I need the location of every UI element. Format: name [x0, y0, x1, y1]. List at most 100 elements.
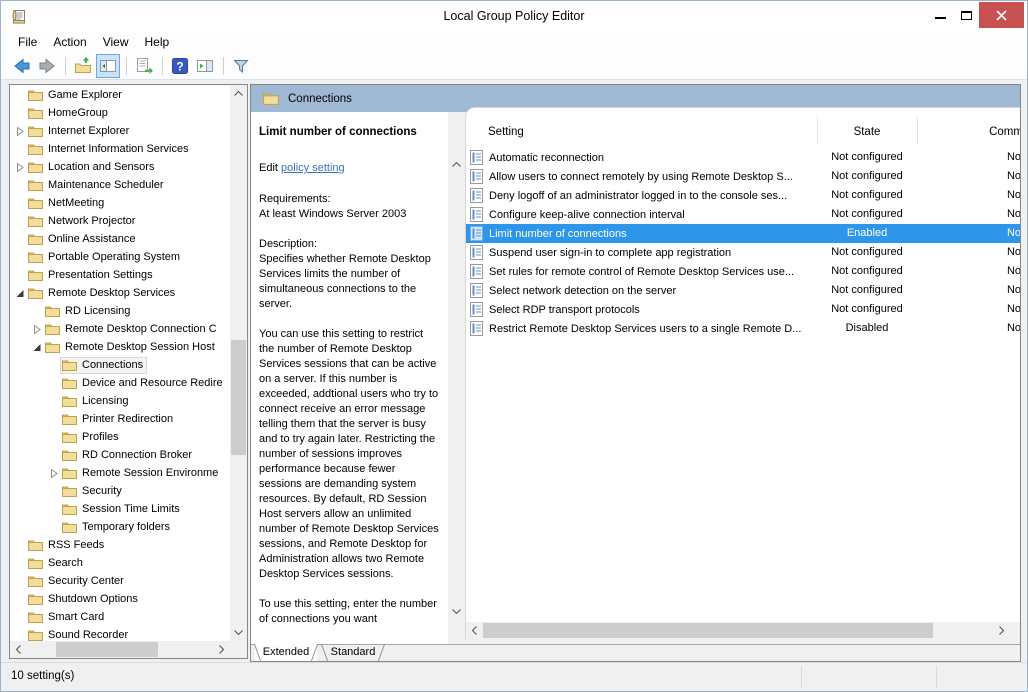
tree-item[interactable]: Connections [10, 356, 230, 374]
menu-action[interactable]: Action [45, 31, 94, 53]
scroll-right-icon[interactable] [993, 622, 1010, 639]
setting-cell: Configure keep-alive connection interval [470, 205, 816, 224]
tree-item[interactable]: Session Time Limits [10, 500, 230, 518]
tree-item[interactable]: Smart Card [10, 608, 230, 626]
tree-item[interactable]: Internet Explorer [10, 122, 230, 140]
statusbar: 10 setting(s) [1, 662, 1027, 691]
tree-item[interactable]: Licensing [10, 392, 230, 410]
tree-item[interactable]: RD Licensing [10, 302, 230, 320]
menu-file[interactable]: File [10, 31, 45, 53]
help-pane-scrollbar[interactable] [448, 112, 465, 644]
export-list-icon[interactable] [132, 54, 156, 78]
tree-item[interactable]: Network Projector [10, 212, 230, 230]
settings-row[interactable]: Allow users to connect remotely by using… [466, 167, 1020, 186]
minimize-button[interactable] [927, 1, 953, 29]
help-icon[interactable]: ? [168, 54, 192, 78]
tree-item[interactable]: Location and Sensors [10, 158, 230, 176]
tree-item[interactable]: HomeGroup [10, 104, 230, 122]
tab-standard[interactable]: Standard [322, 644, 384, 661]
tree-item-label: RD Licensing [65, 305, 130, 317]
tree-item[interactable]: Security Center [10, 572, 230, 590]
tree-vertical-scrollbar[interactable] [230, 85, 247, 641]
settings-row[interactable]: Select network detection on the serverNo… [466, 281, 1020, 300]
setting-cell: Automatic reconnection [470, 148, 816, 167]
show-console-tree-icon[interactable] [96, 54, 120, 78]
tree-item-label: Portable Operating System [48, 251, 180, 263]
collapse-icon[interactable] [31, 342, 43, 352]
column-setting[interactable]: Setting [488, 126, 524, 138]
settings-row[interactable]: Restrict Remote Desktop Services users t… [466, 319, 1020, 338]
collapse-icon[interactable] [14, 288, 26, 298]
tree-item[interactable]: Remote Desktop Services [10, 284, 230, 302]
setting-name: Select RDP transport protocols [489, 304, 640, 316]
status-text: 10 setting(s) [11, 670, 74, 682]
menubar: FileActionViewHelp [1, 31, 1027, 53]
filter-icon[interactable] [229, 54, 253, 78]
scroll-right-icon[interactable] [213, 641, 230, 658]
scroll-up-icon[interactable] [448, 156, 465, 173]
settings-row[interactable]: Select RDP transport protocolsNot config… [466, 300, 1020, 319]
back-icon[interactable] [10, 54, 34, 78]
column-comment[interactable]: Comment [917, 126, 1020, 138]
expand-icon[interactable] [14, 126, 26, 136]
expand-icon[interactable] [48, 468, 60, 478]
edit-policy-line: Edit policy setting [259, 161, 441, 176]
list-horizontal-scrollbar[interactable] [466, 622, 1020, 639]
tree-vscroll-thumb[interactable] [231, 340, 246, 455]
tree-item-label: Remote Session Environme [82, 467, 218, 479]
up-one-level-icon[interactable] [71, 54, 95, 78]
tree-item[interactable]: Remote Desktop Session Host [10, 338, 230, 356]
selected-setting-title: Limit number of connections [259, 125, 441, 140]
tree-item[interactable]: Internet Information Services [10, 140, 230, 158]
tree-item[interactable]: Temporary folders [10, 518, 230, 536]
tab-extended[interactable]: Extended [255, 644, 317, 661]
maximize-button[interactable] [953, 1, 979, 29]
tree-item[interactable]: Remote Desktop Connection C [10, 320, 230, 338]
settings-row[interactable]: Configure keep-alive connection interval… [466, 205, 1020, 224]
menu-help[interactable]: Help [137, 31, 178, 53]
scroll-left-icon[interactable] [10, 641, 27, 658]
expand-icon[interactable] [31, 324, 43, 334]
tree-item[interactable]: Portable Operating System [10, 248, 230, 266]
list-hscroll-thumb[interactable] [483, 623, 933, 638]
tree-item[interactable]: Maintenance Scheduler [10, 176, 230, 194]
show-action-pane-icon[interactable] [193, 54, 217, 78]
forward-icon[interactable] [35, 54, 59, 78]
settings-row[interactable]: Set rules for remote control of Remote D… [466, 262, 1020, 281]
tree-hscroll-thumb[interactable] [56, 642, 158, 657]
tree-item[interactable]: Search [10, 554, 230, 572]
tree-item[interactable]: Game Explorer [10, 86, 230, 104]
menu-view[interactable]: View [95, 31, 137, 53]
tree-item[interactable]: Security [10, 482, 230, 500]
settings-row[interactable]: Automatic reconnectionNot configuredNo [466, 148, 1020, 167]
tree-item-label: Online Assistance [48, 233, 135, 245]
column-state[interactable]: State [817, 126, 917, 138]
tree-item[interactable]: NetMeeting [10, 194, 230, 212]
policy-setting-link[interactable]: policy setting [281, 162, 345, 174]
scroll-left-icon[interactable] [466, 622, 483, 639]
requirements-block: Requirements: At least Windows Server 20… [259, 192, 441, 222]
tree-item[interactable]: RD Connection Broker [10, 446, 230, 464]
settings-row[interactable]: Limit number of connectionsEnabledNo [466, 224, 1020, 243]
tree-item[interactable]: Profiles [10, 428, 230, 446]
scroll-up-icon[interactable] [230, 85, 247, 102]
tree-horizontal-scrollbar[interactable] [10, 641, 230, 658]
expand-icon[interactable] [14, 162, 26, 172]
tree-item[interactable]: Sound Recorder [10, 626, 230, 641]
settings-row[interactable]: Deny logoff of an administrator logged i… [466, 186, 1020, 205]
folder-icon [28, 107, 43, 119]
tree-item[interactable]: Shutdown Options [10, 590, 230, 608]
svg-text:?: ? [176, 60, 183, 74]
settings-row[interactable]: Suspend user sign-in to complete app reg… [466, 243, 1020, 262]
tree-item-label: Remote Desktop Services [48, 287, 175, 299]
scroll-down-icon[interactable] [448, 603, 465, 620]
tree-item[interactable]: Printer Redirection [10, 410, 230, 428]
tree-item[interactable]: Remote Session Environme [10, 464, 230, 482]
tree-item[interactable]: Presentation Settings [10, 266, 230, 284]
tree-item-label: Printer Redirection [82, 413, 173, 425]
tree-item[interactable]: Device and Resource Redire [10, 374, 230, 392]
close-button[interactable] [979, 2, 1024, 28]
tree-item[interactable]: RSS Feeds [10, 536, 230, 554]
tree-item[interactable]: Online Assistance [10, 230, 230, 248]
scroll-down-icon[interactable] [230, 624, 247, 641]
